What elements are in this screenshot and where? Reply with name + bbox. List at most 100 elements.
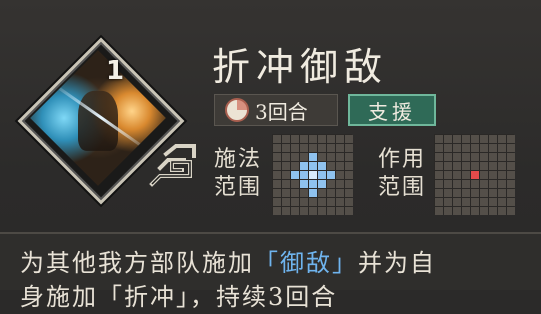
grid-cell: [300, 162, 308, 170]
grid-cell: [471, 171, 479, 179]
grid-cell: [489, 198, 497, 206]
grid-cell: [273, 135, 281, 143]
grid-cell: [507, 171, 515, 179]
grid-cell: [435, 153, 443, 161]
cast-range-label: 施法 范围: [214, 146, 262, 202]
skill-detail-panel: 1 折冲御敌 3回合 支援 施法 范围 作用 范围 为其他我方部队施加「御敌」并…: [0, 0, 541, 311]
grid-cell: [327, 153, 335, 161]
grid-cell: [318, 198, 326, 206]
grid-cell: [318, 189, 326, 197]
grid-cell: [345, 171, 353, 179]
grid-cell: [462, 135, 470, 143]
grid-cell: [327, 180, 335, 188]
grid-cell: [498, 198, 506, 206]
grid-cell: [444, 153, 452, 161]
grid-cell: [345, 153, 353, 161]
grid-cell: [498, 171, 506, 179]
grid-cell: [480, 162, 488, 170]
grid-cell: [444, 162, 452, 170]
grid-cell: [462, 180, 470, 188]
effect-range-grid: [434, 134, 515, 215]
grid-cell: [336, 153, 344, 161]
grid-cell: [291, 180, 299, 188]
skill-title: 折冲御敌: [212, 45, 389, 89]
grid-cell: [336, 207, 344, 215]
grid-cell: [309, 180, 317, 188]
grid-cell: [300, 171, 308, 179]
grid-cell: [435, 162, 443, 170]
grid-cell: [318, 171, 326, 179]
grid-cell: [300, 198, 308, 206]
grid-cell: [291, 135, 299, 143]
grid-cell: [345, 180, 353, 188]
effect-range-label-line1: 作用: [378, 147, 427, 172]
grid-cell: [291, 207, 299, 215]
grid-cell: [507, 144, 515, 152]
grid-cell: [282, 135, 290, 143]
grid-cell: [471, 144, 479, 152]
grid-cell: [462, 162, 470, 170]
grid-cell: [309, 153, 317, 161]
grid-cell: [453, 162, 461, 170]
grid-cell: [462, 144, 470, 152]
grid-cell: [462, 153, 470, 161]
grid-cell: [291, 162, 299, 170]
grid-cell: [273, 171, 281, 179]
grid-cell: [453, 144, 461, 152]
cast-range-grid: [272, 134, 353, 215]
grid-cell: [435, 198, 443, 206]
grid-cell: [498, 153, 506, 161]
grid-cell: [471, 180, 479, 188]
category-tag: 支援: [348, 94, 436, 126]
grid-cell: [336, 162, 344, 170]
grid-cell: [498, 162, 506, 170]
grid-cell: [327, 207, 335, 215]
grid-cell: [336, 135, 344, 143]
duration-text: 3回合: [255, 99, 308, 124]
grid-cell: [300, 189, 308, 197]
grid-cell: [471, 135, 479, 143]
grid-cell: [453, 180, 461, 188]
grid-cell: [498, 144, 506, 152]
grid-cell: [273, 207, 281, 215]
grid-cell: [489, 207, 497, 215]
grid-cell: [471, 153, 479, 161]
grid-cell: [282, 171, 290, 179]
grid-cell: [318, 153, 326, 161]
grid-cell: [489, 144, 497, 152]
grid-cell: [480, 171, 488, 179]
grid-cell: [444, 189, 452, 197]
grid-cell: [309, 162, 317, 170]
grid-cell: [480, 153, 488, 161]
skill-icon[interactable]: 1: [17, 37, 196, 205]
grid-cell: [345, 207, 353, 215]
grid-cell: [291, 144, 299, 152]
grid-cell: [309, 189, 317, 197]
effect-range-label-line2: 范围: [378, 175, 427, 200]
grid-cell: [489, 171, 497, 179]
grid-cell: [273, 180, 281, 188]
grid-cell: [345, 144, 353, 152]
grid-cell: [318, 144, 326, 152]
grid-cell: [282, 180, 290, 188]
skill-level: 1: [106, 56, 125, 86]
clock-icon: [225, 98, 249, 122]
grid-cell: [480, 189, 488, 197]
grid-cell: [309, 171, 317, 179]
grid-cell: [345, 135, 353, 143]
grid-cell: [498, 135, 506, 143]
description-line-1: 为其他我方部队施加「御敌」并为自: [20, 249, 436, 277]
grid-cell: [327, 144, 335, 152]
grid-cell: [498, 180, 506, 188]
grid-cell: [507, 180, 515, 188]
grid-cell: [480, 198, 488, 206]
grid-cell: [336, 180, 344, 188]
grid-cell: [435, 144, 443, 152]
grid-cell: [507, 198, 515, 206]
keyword-link[interactable]: 「御敌」: [254, 249, 358, 277]
grid-cell: [282, 207, 290, 215]
cast-range-label-line2: 范围: [214, 175, 263, 200]
description-line-2: 身施加「折冲」，持续3回合: [20, 283, 338, 311]
grid-cell: [318, 180, 326, 188]
grid-cell: [480, 144, 488, 152]
